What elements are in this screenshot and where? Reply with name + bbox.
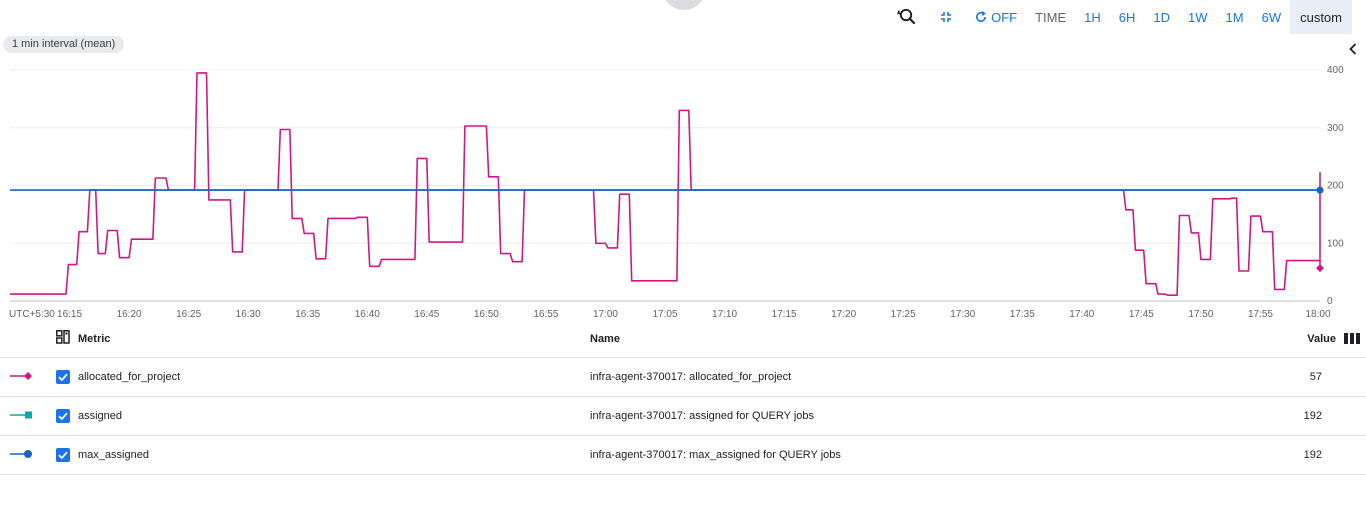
x-tick-label: 17:30 <box>950 309 975 320</box>
x-tick-label: 16:15 <box>57 309 82 320</box>
x-tick-label: 16:30 <box>236 309 261 320</box>
x-tick-label: 17:15 <box>772 309 797 320</box>
legend-row-allocated-for-project[interactable]: allocated_for_project infra-agent-370017… <box>0 357 1366 397</box>
auto-refresh-label: OFF <box>991 9 1018 25</box>
legend-table: Metric Name Value allocated_for_project … <box>0 320 1366 475</box>
name-cell: infra-agent-370017: allocated_for_projec… <box>590 357 1212 397</box>
square-marker-icon <box>10 411 32 418</box>
name-column-header[interactable]: Name <box>590 320 1212 358</box>
circle-marker-icon <box>10 449 32 458</box>
diamond-marker-icon <box>10 371 32 380</box>
range-1m-button[interactable]: 1M <box>1217 0 1253 34</box>
y-tick-label: 400 <box>1327 65 1344 76</box>
value-cell: 57 <box>1211 357 1366 397</box>
x-tick-label: 18:00 <box>1305 309 1330 320</box>
range-6h-button[interactable]: 6H <box>1110 0 1145 34</box>
value-cell: 192 <box>1211 435 1366 475</box>
collapse-arrows-icon <box>941 12 952 22</box>
range-1w-button[interactable]: 1W <box>1179 0 1217 34</box>
x-tick-label: 17:00 <box>593 309 618 320</box>
legend-row-max-assigned[interactable]: max_assigned infra-agent-370017: max_ass… <box>0 435 1366 475</box>
x-tick-label: 16:35 <box>295 309 320 320</box>
y-tick-label: 300 <box>1327 123 1344 134</box>
value-cell: 192 <box>1211 396 1366 436</box>
x-tick-label: 17:35 <box>1010 309 1035 320</box>
metric-cell: allocated_for_project <box>78 357 590 397</box>
reset-zoom-icon <box>897 8 916 25</box>
value-column-header-cell: Value <box>1211 320 1366 358</box>
time-label: TIME <box>1035 9 1067 25</box>
x-tick-label: 16:40 <box>355 309 380 320</box>
y-tick-label: 100 <box>1327 238 1344 249</box>
name-cell: infra-agent-370017: assigned for QUERY j… <box>590 396 1212 436</box>
check-icon <box>58 451 68 460</box>
series-checkbox[interactable] <box>56 370 70 384</box>
refresh-icon <box>976 10 987 22</box>
x-tick-label: 16:45 <box>414 309 439 320</box>
legend-header-row: Metric Name Value <box>0 320 1366 358</box>
x-tick-label: 16:20 <box>117 309 142 320</box>
value-column-header[interactable]: Value <box>1307 333 1336 345</box>
auto-refresh-toggle[interactable]: OFF <box>965 0 1026 34</box>
x-tick-label: 17:25 <box>891 309 916 320</box>
metric-cell: max_assigned <box>78 435 590 475</box>
chevron-left-icon <box>1349 43 1357 55</box>
x-tick-label: 17:50 <box>1188 309 1213 320</box>
x-tick-label: 17:55 <box>1248 309 1273 320</box>
column-settings-icon[interactable] <box>56 330 70 344</box>
legend-row-assigned[interactable]: assigned infra-agent-370017: assigned fo… <box>0 396 1366 436</box>
name-cell: infra-agent-370017: max_assigned for QUE… <box>590 435 1212 475</box>
series-checkbox[interactable] <box>56 448 70 462</box>
reset-zoom-button[interactable] <box>883 0 927 34</box>
series-line-allocated-for-project[interactable] <box>10 72 1321 296</box>
compare-button[interactable] <box>927 0 965 34</box>
x-tick-label: 17:20 <box>831 309 856 320</box>
x-tick-label: 16:55 <box>533 309 558 320</box>
range-6w-button[interactable]: 6W <box>1253 0 1291 34</box>
metric-cell: assigned <box>78 396 590 436</box>
line-chart[interactable]: 0 100 200 300 400 UTC+5:30 16:15 16:20 16:25 16:3… <box>0 55 1366 320</box>
y-tick-label: 200 <box>1327 181 1344 192</box>
top-handle <box>662 0 706 10</box>
x-tick-label: 17:05 <box>652 309 677 320</box>
x-tick-label: UTC+5:30 <box>9 309 55 320</box>
check-icon <box>58 412 68 421</box>
series-end-marker <box>1316 264 1324 273</box>
range-1d-button[interactable]: 1D <box>1144 0 1179 34</box>
x-tick-label: 16:25 <box>176 309 201 320</box>
series-checkbox[interactable] <box>56 409 70 423</box>
interval-chip: 1 min interval (mean) <box>3 36 125 53</box>
x-tick-label: 16:50 <box>474 309 499 320</box>
chart-series <box>10 72 1324 296</box>
x-tick-label: 17:45 <box>1129 309 1154 320</box>
columns-icon[interactable] <box>1344 333 1360 344</box>
column-toggle-cell <box>56 320 78 358</box>
check-icon <box>58 373 68 382</box>
range-custom-button[interactable]: custom <box>1290 0 1352 34</box>
x-tick-label: 17:10 <box>712 309 737 320</box>
series-end-marker <box>1316 186 1324 194</box>
x-tick-label: 17:40 <box>1069 309 1094 320</box>
time-range-toolbar: OFF TIME 1H 6H 1D 1W 1M 6W custom <box>883 0 1352 34</box>
range-1h-button[interactable]: 1H <box>1075 0 1110 34</box>
y-tick-label: 0 <box>1327 296 1333 307</box>
metric-column-header[interactable]: Metric <box>78 320 590 358</box>
